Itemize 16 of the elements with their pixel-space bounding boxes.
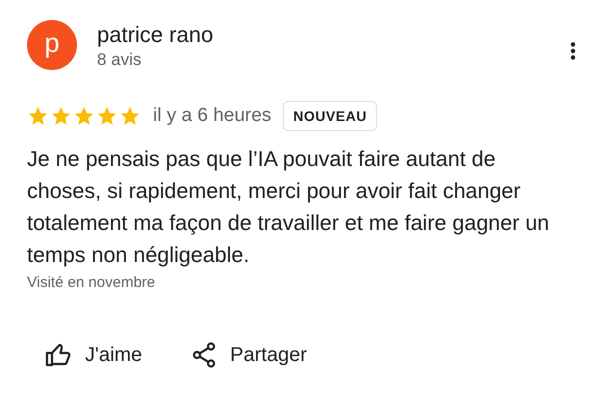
review-text: Je ne pensais pas que l’IA pouvait faire autant de choses, si rapidement, merci pour avoir fait changer totalement ma façon de travailler et me faire gagner un temps non négligeable. xyxy=(27,146,550,269)
like-button[interactable]: J'aime xyxy=(25,334,160,376)
star-icon xyxy=(50,105,72,127)
thumbs-up-icon xyxy=(45,343,71,367)
star-icon xyxy=(96,105,118,127)
more-options-icon[interactable] xyxy=(570,42,576,60)
star-icon xyxy=(73,105,95,127)
review-count: 8 avis xyxy=(97,49,142,71)
author-name[interactable]: patrice rano xyxy=(97,21,570,49)
share-icon xyxy=(192,342,216,368)
share-button[interactable]: Partager xyxy=(172,334,325,376)
star-icon xyxy=(27,105,49,127)
review-time: il y a 6 heures xyxy=(153,105,272,127)
star-icon xyxy=(119,105,141,127)
new-badge: NOUVEAU xyxy=(283,101,377,131)
visit-date: Visité en novembre xyxy=(27,274,156,291)
